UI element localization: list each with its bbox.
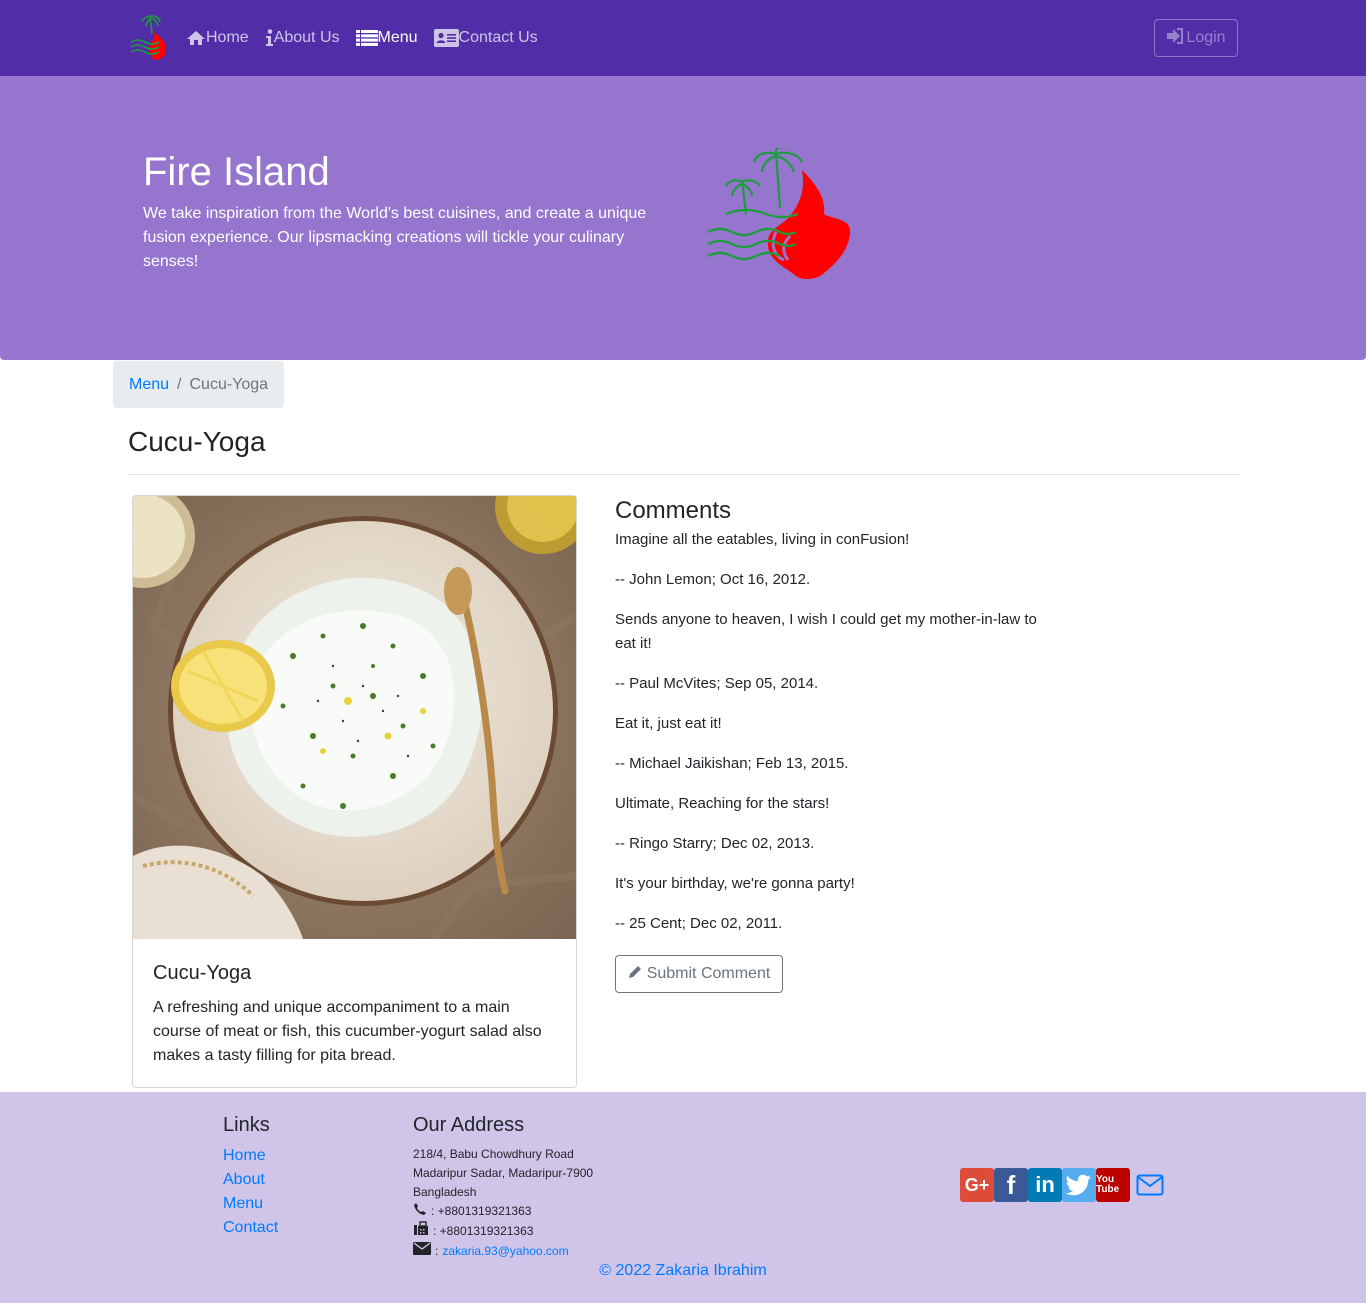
social-links: G+ f in You Tube [960,1168,1170,1202]
divider [128,474,1239,475]
fax-number: : +8801319321363 [433,1224,534,1238]
phone-icon [413,1202,427,1221]
youtube-icon[interactable]: You Tube [1096,1168,1130,1202]
google-plus-icon[interactable]: G+ [960,1168,994,1202]
nav-item-label: About Us [273,29,340,46]
home-icon [186,30,206,46]
footer-link-about[interactable]: About [223,1171,265,1188]
breadcrumb-current: Cucu-Yoga [189,375,269,393]
footer: Links Home About Menu Contact Our Addres… [0,1092,1366,1303]
restaurant-title: Fire Island [143,150,330,194]
envelope-icon [413,1242,431,1261]
address-card-icon [433,29,459,47]
breadcrumb-menu-link[interactable]: Menu [129,376,169,394]
footer-links-heading: Links [223,1114,270,1136]
footer-address: 218/4, Babu Chowdhury Road Madaripur Sad… [413,1145,593,1261]
dish-image [133,496,576,942]
fire-island-logo [706,146,854,282]
sign-in-icon [1166,27,1184,49]
email-link[interactable]: zakaria.93@yahoo.com [442,1242,568,1261]
login-label: Login [1186,29,1226,46]
comments-heading: Comments [615,497,732,524]
footer-links: Home About Menu Contact [223,1144,278,1240]
breadcrumb: Menu / Cucu-Yoga [113,361,284,408]
envelope-icon[interactable] [1130,1168,1170,1202]
comment-text: Sends anyone to heaven, I wish I could g… [615,611,1037,652]
nav-item-menu[interactable]: Menu [355,27,418,49]
breadcrumb-separator: / [177,375,182,393]
footer-link-home[interactable]: Home [223,1147,266,1164]
navbar: Home About Us Menu Contact Us Login [0,0,1366,76]
address-line: 218/4, Babu Chowdhury Road [413,1147,574,1161]
login-button[interactable]: Login [1154,19,1238,57]
dish-name: Cucu-Yoga [153,962,252,984]
comments-section: Comments Imagine all the eatables, livin… [615,496,1055,952]
info-icon [265,29,274,47]
address-line: Bangladesh [413,1185,477,1199]
restaurant-tagline: We take inspiration from the World's bes… [143,205,647,270]
page-title: Cucu-Yoga [128,426,266,457]
nav-item-about[interactable]: About Us [265,27,340,49]
dish-description: A refreshing and unique accompaniment to… [153,999,542,1064]
submit-comment-button[interactable]: Submit Comment [615,955,783,993]
copyright: © 2022 Zakaria Ibrahim [599,1262,767,1279]
phone-number: : +8801319321363 [431,1204,532,1218]
nav-item-label: Home [206,29,249,46]
nav-item-home[interactable]: Home [186,27,249,49]
pencil-icon [628,964,643,984]
nav-menu: Home About Us Menu Contact Us [186,27,538,49]
comment-author: -- Paul McVites; Sep 05, 2014. [615,675,819,692]
footer-link-menu[interactable]: Menu [223,1195,263,1212]
comment-text: Eat it, just eat it! [615,715,722,732]
comment-author: -- Michael Jaikishan; Feb 13, 2015. [615,755,849,772]
linkedin-icon[interactable]: in [1028,1168,1062,1202]
nav-item-contact[interactable]: Contact Us [433,27,538,49]
brand-logo[interactable] [130,12,172,62]
footer-link-contact[interactable]: Contact [223,1219,278,1236]
comment-text: Imagine all the eatables, living in conF… [615,531,910,548]
facebook-icon[interactable]: f [994,1168,1028,1202]
list-icon [355,30,378,46]
comment-author: -- John Lemon; Oct 16, 2012. [615,571,811,588]
nav-item-label: Menu [377,29,418,46]
submit-comment-label: Submit Comment [646,965,771,982]
jumbotron: Fire Island We take inspiration from the… [0,76,1366,360]
email-separator: : [435,1244,439,1258]
comment-text: It's your birthday, we're gonna party! [615,875,855,892]
nav-item-label: Contact Us [458,29,538,46]
dish-card: Cucu-Yoga A refreshing and unique accomp… [132,495,577,1088]
comment-text: Ultimate, Reaching for the stars! [615,795,830,812]
comment-author: -- 25 Cent; Dec 02, 2011. [615,915,783,932]
fax-icon [413,1221,429,1242]
comment-author: -- Ringo Starry; Dec 02, 2013. [615,835,815,852]
footer-address-heading: Our Address [413,1114,525,1136]
address-line: Madaripur Sadar, Madaripur-7900 [413,1166,594,1180]
twitter-icon[interactable] [1062,1168,1096,1202]
